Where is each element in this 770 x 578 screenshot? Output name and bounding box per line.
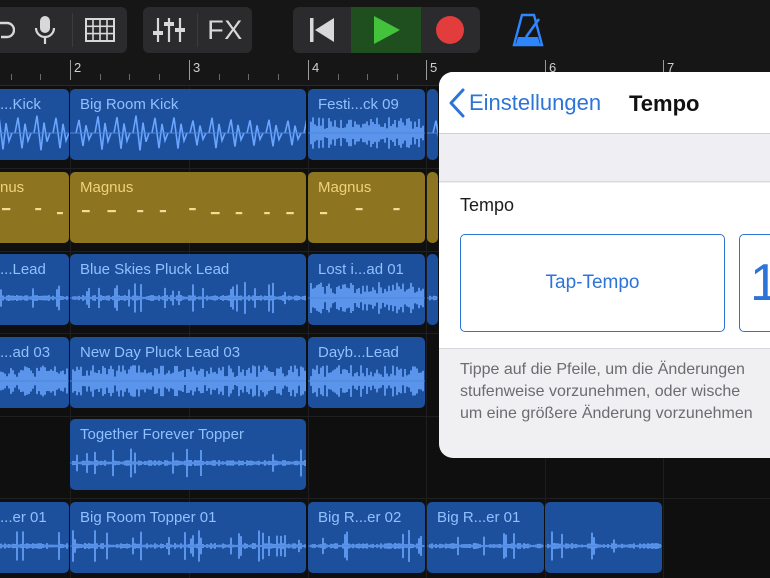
- popover-title: Tempo: [629, 91, 700, 116]
- track-region[interactable]: ...ad 03: [0, 336, 69, 408]
- section-spacer: [439, 134, 770, 182]
- region-label: Magnus: [318, 178, 372, 196]
- microphone-icon[interactable]: [26, 7, 64, 53]
- beat-tick: [248, 74, 250, 80]
- back-label: Einstellungen: [469, 90, 602, 115]
- track-region[interactable]: Together Forever Topper: [70, 419, 306, 490]
- tempo-help-text: Tippe auf die Pfeile, um die Änderungen …: [460, 359, 770, 425]
- beat-tick: [99, 74, 101, 80]
- track-region[interactable]: Big Room Topper 01: [70, 501, 306, 573]
- bar-marker: [70, 60, 71, 80]
- track-region[interactable]: Big R...er 01: [427, 501, 544, 573]
- track-region[interactable]: Blue Skies Pluck Lead: [70, 254, 306, 325]
- track-region[interactable]: [427, 171, 438, 243]
- track-region[interactable]: Magnus: [308, 171, 425, 243]
- track-region[interactable]: New Day Pluck Lead 03: [70, 336, 306, 408]
- beat-tick: [129, 74, 131, 80]
- track-region[interactable]: Magnus: [70, 171, 306, 243]
- region-label: ...Lead: [0, 261, 46, 278]
- grid-icon[interactable]: [80, 7, 120, 53]
- record-icon: [436, 16, 464, 44]
- bar-marker: [308, 60, 309, 80]
- bar-marker: [189, 60, 190, 80]
- track-region[interactable]: Festi...ck 09: [308, 89, 425, 160]
- region-label: ...er 01: [0, 508, 47, 526]
- track-region[interactable]: [427, 254, 438, 325]
- loop-icon[interactable]: [0, 7, 20, 53]
- rewind-icon[interactable]: [293, 7, 351, 53]
- region-label: nus: [0, 178, 25, 196]
- beat-tick: [337, 74, 339, 80]
- midi-notes: [427, 172, 438, 243]
- play-button[interactable]: [351, 7, 421, 53]
- track-region[interactable]: Dayb...Lead: [308, 336, 425, 408]
- beat-tick: [397, 74, 399, 80]
- region-label: Festi...ck 09: [318, 96, 399, 113]
- beat-tick: [40, 74, 41, 80]
- tap-tempo-label: Tap-Tempo: [545, 272, 640, 293]
- back-button[interactable]: Einstellungen: [449, 86, 601, 120]
- track-region[interactable]: Lost i...ad 01: [308, 254, 425, 325]
- region-label: Big Room Kick: [80, 96, 179, 113]
- metronome-icon[interactable]: [508, 10, 548, 50]
- transport-controls: [293, 7, 480, 53]
- region-label: Together Forever Topper: [80, 426, 244, 443]
- region-label: Dayb...Lead: [318, 343, 399, 361]
- region-label: Magnus: [80, 178, 134, 196]
- track-region[interactable]: Big Room Kick: [70, 89, 306, 160]
- track-lane[interactable]: ...er 01 Big Room Topper 01 Big R...er 02 B…: [0, 500, 770, 578]
- region-label: Big Room Topper 01: [80, 508, 217, 526]
- fx-label: FX: [207, 14, 243, 45]
- waveform: [545, 531, 662, 560]
- region-label: Blue Skies Pluck Lead: [80, 261, 230, 278]
- region-label: ...Kick: [0, 96, 41, 113]
- fx-button[interactable]: FX: [199, 7, 251, 53]
- toolbar-divider: [72, 13, 73, 47]
- track-region[interactable]: nus: [0, 171, 69, 243]
- tempo-value-field[interactable]: 1: [739, 234, 770, 332]
- region-label: Big R...er 01: [437, 508, 521, 526]
- region-label: ...ad 03: [0, 343, 51, 361]
- region-label: Big R...er 02: [318, 508, 402, 526]
- track-region[interactable]: ...Lead: [0, 254, 69, 325]
- waveform: [427, 120, 438, 138]
- track-region[interactable]: [427, 89, 438, 160]
- track-region[interactable]: Big R...er 02: [308, 501, 425, 573]
- tempo-section: Tempo Tap-Tempo 1: [439, 183, 770, 349]
- toolbar-group-left: [0, 7, 127, 53]
- control-bar: FX: [0, 0, 770, 60]
- region-label: New Day Pluck Lead 03: [80, 343, 241, 361]
- toolbar-divider: [197, 13, 198, 47]
- bar-number: 2: [74, 60, 82, 75]
- track-region[interactable]: ...er 01: [0, 501, 69, 573]
- tempo-section-label: Tempo: [460, 195, 515, 215]
- beat-tick: [159, 74, 161, 80]
- tempo-value: 1: [750, 253, 770, 313]
- mixer-icon[interactable]: [143, 7, 195, 53]
- record-button[interactable]: [421, 7, 479, 53]
- beat-tick: [278, 74, 280, 80]
- help-line: um eine größere Änderung vorzunehmen: [460, 405, 753, 422]
- bar-number: 4: [312, 60, 320, 75]
- waveform: [427, 295, 438, 301]
- track-region[interactable]: [545, 501, 662, 573]
- help-line: Tippe auf die Pfeile, um die Änderungen: [460, 361, 745, 378]
- region-label: Lost i...ad 01: [318, 261, 404, 278]
- beat-tick: [218, 74, 220, 80]
- help-line: stufenweise vorzunehmen, oder wische: [460, 383, 741, 400]
- toolbar-group-mixer: FX: [143, 7, 252, 53]
- tap-tempo-button[interactable]: Tap-Tempo: [460, 234, 725, 332]
- chevron-left-icon: [449, 88, 465, 118]
- bar-number: 5: [430, 60, 438, 75]
- beat-tick: [367, 74, 369, 80]
- beat-tick: [11, 74, 12, 80]
- popover-nav-bar: Einstellungen Tempo: [439, 72, 770, 134]
- track-region[interactable]: ...Kick: [0, 89, 69, 160]
- play-icon: [374, 16, 400, 44]
- bar-marker: [426, 60, 427, 80]
- tempo-popover: Einstellungen Tempo Tempo Tap-Tempo 1 Ti…: [439, 72, 770, 458]
- bar-number: 3: [193, 60, 201, 75]
